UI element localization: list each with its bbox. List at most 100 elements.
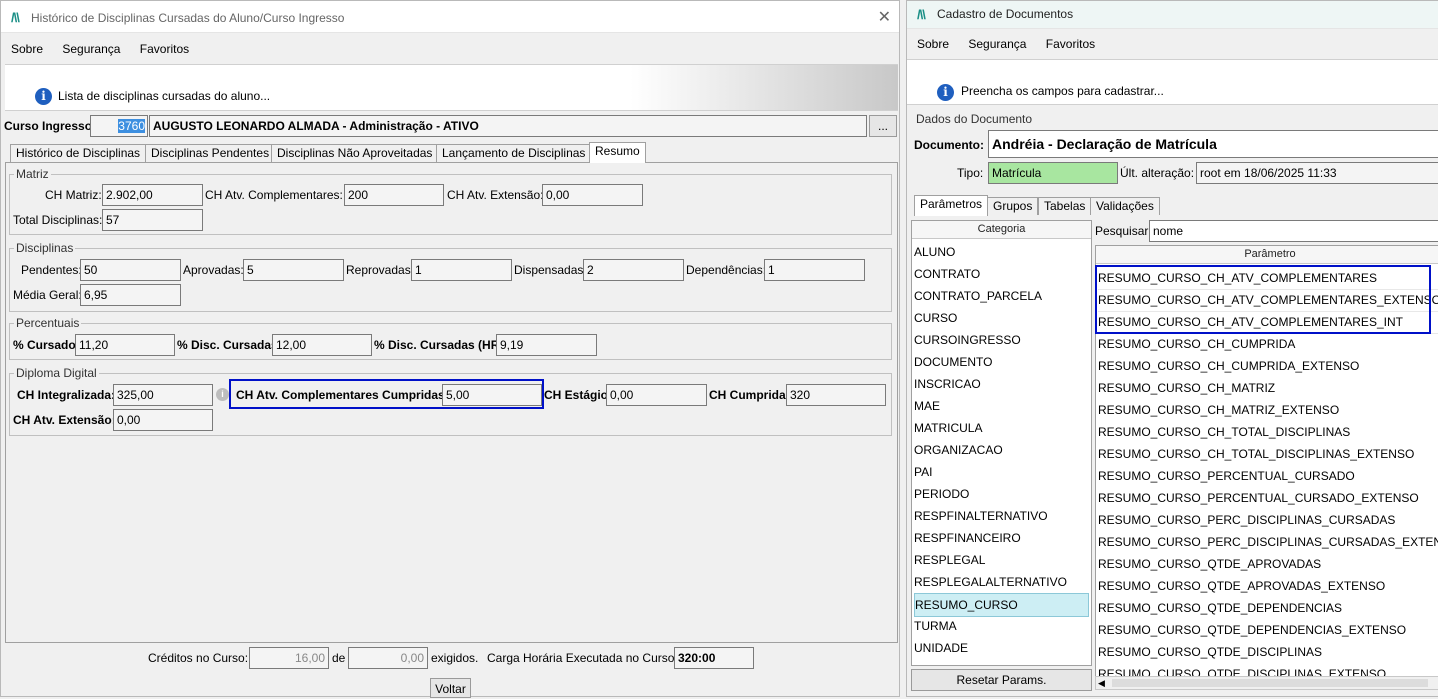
browse-button[interactable]: ...: [869, 115, 897, 137]
categoria-item[interactable]: RESPLEGALALTERNATIVO: [914, 571, 1089, 593]
parametro-list[interactable]: Parâmetro RESUMO_CURSO_CH_ATV_COMPLEMENT…: [1095, 245, 1438, 678]
disc-cursadas-field: 12,00: [272, 334, 372, 356]
info-icon: i: [35, 88, 52, 105]
exigidos-label: exigidos.: [431, 651, 479, 665]
parametro-item[interactable]: RESUMO_CURSO_CH_MATRIZ: [1098, 377, 1438, 399]
categoria-item[interactable]: RESPFINALTERNATIVO: [914, 505, 1089, 527]
categoria-item[interactable]: PAI: [914, 461, 1089, 483]
ultima-alteracao-field: root em 18/06/2025 11:33: [1196, 162, 1438, 184]
ch-matriz-field: 2.902,00: [102, 184, 203, 206]
pesquisar-input[interactable]: nome: [1149, 220, 1438, 242]
curso-code-value: 3760: [118, 119, 145, 133]
menu-sobre[interactable]: Sobre: [11, 36, 43, 62]
disc-cursadas-hr-label: % Disc. Cursadas (HR):: [374, 338, 508, 352]
menu-sobre[interactable]: Sobre: [917, 31, 949, 57]
parametro-item[interactable]: RESUMO_CURSO_CH_ATV_COMPLEMENTARES_INT: [1098, 311, 1438, 334]
categoria-item[interactable]: CONTRATO_PARCELA: [914, 285, 1089, 307]
categoria-item[interactable]: CONTRATO: [914, 263, 1089, 285]
ch-acc-label: CH Atv. Complementares Cumpridas:: [236, 388, 449, 402]
ch-cumprida-label: CH Cumprida:: [709, 388, 790, 402]
parametro-item[interactable]: RESUMO_CURSO_QTDE_APROVADAS_EXTENSO: [1098, 575, 1438, 597]
parametro-item[interactable]: RESUMO_CURSO_PERC_DISCIPLINAS_CURSADAS: [1098, 509, 1438, 531]
parametro-item[interactable]: RESUMO_CURSO_QTDE_DEPENDENCIAS_EXTENSO: [1098, 619, 1438, 641]
matriz-title: Matriz: [14, 167, 51, 181]
tab-historico[interactable]: Histórico de Disciplinas: [10, 144, 147, 162]
menu-seguranca[interactable]: Segurança: [968, 31, 1026, 57]
parametro-item[interactable]: RESUMO_CURSO_PERC_DISCIPLINAS_CURSADAS_E…: [1098, 531, 1438, 553]
dependencias-label: Dependências:: [686, 263, 767, 277]
de-label: de: [332, 651, 346, 665]
parametro-item[interactable]: RESUMO_CURSO_QTDE_DEPENDENCIAS: [1098, 597, 1438, 619]
creditos-label: Créditos no Curso:: [148, 651, 249, 665]
categoria-item[interactable]: CURSO: [914, 307, 1089, 329]
tipo-field[interactable]: Matrícula: [988, 162, 1118, 184]
categoria-item[interactable]: UNIDADE: [914, 637, 1089, 659]
scroll-left-icon[interactable]: ◀: [1098, 677, 1105, 689]
dependencias-field: 1: [764, 259, 865, 281]
ch-acc-field: 5,00: [442, 384, 542, 406]
close-icon[interactable]: ✕: [878, 7, 891, 27]
categoria-item[interactable]: INSCRICAO: [914, 373, 1089, 395]
info-icon: i: [937, 84, 954, 101]
curso-code-field[interactable]: 3760: [90, 115, 148, 137]
categoria-header[interactable]: Categoria: [912, 221, 1091, 239]
reprovadas-label: Reprovadas:: [346, 263, 415, 277]
carga-label: Carga Horária Executada no Curso:: [487, 651, 678, 665]
parametro-item[interactable]: RESUMO_CURSO_CH_MATRIZ_EXTENSO: [1098, 399, 1438, 421]
tab-lancamento[interactable]: Lançamento de Disciplinas: [436, 144, 592, 162]
tab-parametros[interactable]: Parâmetros: [914, 195, 989, 216]
pesquisar-label: Pesquisar:: [1095, 224, 1152, 238]
tab-nao-aproveitadas[interactable]: Disciplinas Não Aproveitadas: [271, 144, 439, 162]
categoria-item[interactable]: MATRICULA: [914, 417, 1089, 439]
categoria-item[interactable]: RESPFINANCEIRO: [914, 527, 1089, 549]
parametro-item[interactable]: RESUMO_CURSO_QTDE_DISCIPLINAS: [1098, 641, 1438, 663]
tab-validacoes[interactable]: Validações: [1090, 197, 1160, 215]
categoria-item[interactable]: PERIODO: [914, 483, 1089, 505]
parametro-item[interactable]: RESUMO_CURSO_CH_TOTAL_DISCIPLINAS_EXTENS…: [1098, 443, 1438, 465]
tab-resumo[interactable]: Resumo: [589, 142, 646, 163]
tab-grupos[interactable]: Grupos: [987, 197, 1039, 215]
parametro-item[interactable]: RESUMO_CURSO_CH_CUMPRIDA: [1098, 333, 1438, 355]
parametro-item[interactable]: RESUMO_CURSO_PERCENTUAL_CURSADO: [1098, 465, 1438, 487]
parametro-item[interactable]: RESUMO_CURSO_PERCENTUAL_CURSADO_EXTENSO: [1098, 487, 1438, 509]
historico-window: /\\ Histórico de Disciplinas Cursadas do…: [0, 0, 900, 698]
ch-estagio-label: CH Estágio:: [544, 388, 613, 402]
categoria-item[interactable]: DOCUMENTO: [914, 351, 1089, 373]
cadastro-message-bar: i Preencha os campos para cadastrar...: [907, 59, 1438, 105]
categoria-item[interactable]: RESUMO_CURSO: [914, 593, 1089, 617]
aprovadas-label: Aprovadas:: [183, 263, 244, 277]
parametro-item[interactable]: RESUMO_CURSO_QTDE_APROVADAS: [1098, 553, 1438, 575]
tab-tabelas[interactable]: Tabelas: [1038, 197, 1092, 215]
voltar-button[interactable]: Voltar: [430, 678, 471, 698]
categoria-item[interactable]: ALUNO: [914, 241, 1089, 263]
horizontal-scrollbar[interactable]: ◀: [1095, 676, 1438, 690]
categoria-item[interactable]: RESPLEGAL: [914, 549, 1089, 571]
ultima-alteracao-label: Últ. alteração:: [1120, 166, 1195, 180]
menu-favoritos[interactable]: Favoritos: [140, 36, 189, 62]
categoria-item[interactable]: MAE: [914, 395, 1089, 417]
categoria-item[interactable]: TURMA: [914, 615, 1089, 637]
categoria-item[interactable]: CURSOINGRESSO: [914, 329, 1089, 351]
scroll-thumb[interactable]: [1112, 679, 1428, 687]
categoria-item[interactable]: ORGANIZACAO: [914, 439, 1089, 461]
disciplinas-title: Disciplinas: [14, 241, 76, 255]
parametro-item[interactable]: RESUMO_CURSO_CH_ATV_COMPLEMENTARES: [1098, 267, 1438, 290]
menu-seguranca[interactable]: Segurança: [62, 36, 120, 62]
parametro-item[interactable]: RESUMO_CURSO_CH_TOTAL_DISCIPLINAS: [1098, 421, 1438, 443]
tab-pendentes[interactable]: Disciplinas Pendentes: [145, 144, 276, 162]
resetar-params-button[interactable]: Resetar Params.: [911, 669, 1092, 691]
documento-field[interactable]: Andréia - Declaração de Matrícula: [988, 130, 1438, 158]
media-geral-field: 6,95: [80, 284, 181, 306]
parametro-item[interactable]: RESUMO_CURSO_CH_CUMPRIDA_EXTENSO: [1098, 355, 1438, 377]
cadastro-title: Cadastro de Documentos: [937, 7, 1074, 21]
parametro-header[interactable]: Parâmetro: [1096, 246, 1438, 264]
ch-atv-comp-label: CH Atv. Complementares:: [205, 188, 343, 202]
cursado-field: 11,20: [75, 334, 175, 356]
parametro-item[interactable]: RESUMO_CURSO_CH_ATV_COMPLEMENTARES_EXTEN…: [1098, 289, 1438, 312]
cadastro-message-text: Preencha os campos para cadastrar...: [961, 84, 1164, 98]
curso-ingresso-label: Curso Ingresso:: [4, 119, 97, 133]
categoria-list[interactable]: Categoria ALUNO CONTRATO CONTRATO_PARCELA C…: [911, 220, 1092, 666]
menu-favoritos[interactable]: Favoritos: [1046, 31, 1095, 57]
ch-atv-ext-label: CH Atv. Extensão:: [447, 188, 544, 202]
historico-titlebar: /\\ Histórico de Disciplinas Cursadas do…: [1, 1, 899, 33]
